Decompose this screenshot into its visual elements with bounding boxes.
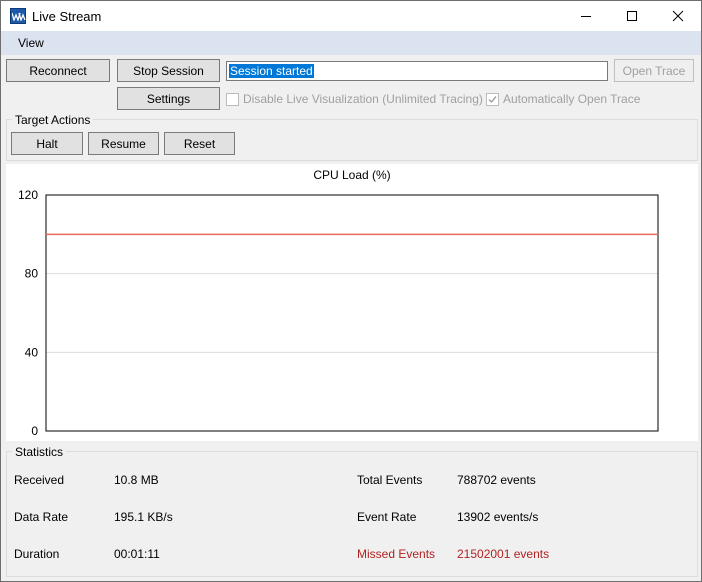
close-button[interactable] [655,1,701,31]
statistics-label: Statistics [12,445,67,459]
missed-events-label: Missed Events [357,547,436,561]
stop-session-button[interactable]: Stop Session [117,59,220,82]
minimize-icon [581,16,591,17]
auto-open-trace-checkbox[interactable]: Automatically Open Trace [486,92,640,106]
reset-button[interactable]: Reset [164,132,235,155]
duration-value: 00:01:11 [114,547,160,561]
disable-visualization-label: Disable Live Visualization (Unlimited Tr… [243,92,483,106]
open-trace-button[interactable]: Open Trace [614,59,694,82]
menu-view[interactable]: View [12,36,50,50]
received-label: Received [14,473,65,487]
close-icon [672,10,684,22]
statistics-group [6,451,698,577]
minimize-button[interactable] [563,1,609,31]
cpu-load-chart: CPU Load (%) 0 40 80 120 [6,164,698,441]
y-tick-label: 40 [25,345,39,359]
session-status-text: Session started [229,64,314,78]
auto-open-trace-label: Automatically Open Trace [503,92,641,106]
data-rate-value: 195.1 KB/s [114,510,173,524]
resume-button[interactable]: Resume [88,132,159,155]
app-logo-icon [10,8,26,24]
received-value: 10.8 MB [114,473,159,487]
checkbox-unchecked-icon [226,92,239,106]
total-events-value: 788702 events [457,473,536,487]
y-tick-label: 80 [25,267,39,281]
live-stream-window: Live Stream View Reconnect Stop Session … [0,0,702,582]
chart-canvas: CPU Load (%) 0 40 80 120 [18,168,659,438]
y-tick-label: 120 [18,188,38,202]
chart-title: CPU Load (%) [313,168,390,182]
event-rate-value: 13902 events/s [457,510,539,524]
missed-events-value: 21502001 events [457,547,550,561]
maximize-icon [627,11,637,21]
maximize-button[interactable] [609,1,655,31]
settings-button[interactable]: Settings [117,87,220,110]
session-status-field[interactable]: Session started [226,61,608,81]
y-tick-label: 0 [31,424,38,438]
reconnect-button[interactable]: Reconnect [6,59,110,82]
disable-visualization-checkbox[interactable]: Disable Live Visualization (Unlimited Tr… [226,92,483,106]
duration-label: Duration [14,547,60,561]
halt-button[interactable]: Halt [11,132,83,155]
title-bar[interactable]: Live Stream [1,1,701,31]
menu-bar: View [1,31,701,55]
data-rate-label: Data Rate [14,510,69,524]
plot-area-frame [45,194,659,432]
target-actions-label: Target Actions [12,113,94,127]
event-rate-label: Event Rate [357,510,417,524]
checkmark-icon [486,92,499,106]
window-title: Live Stream [32,9,102,24]
total-events-label: Total Events [357,473,423,487]
